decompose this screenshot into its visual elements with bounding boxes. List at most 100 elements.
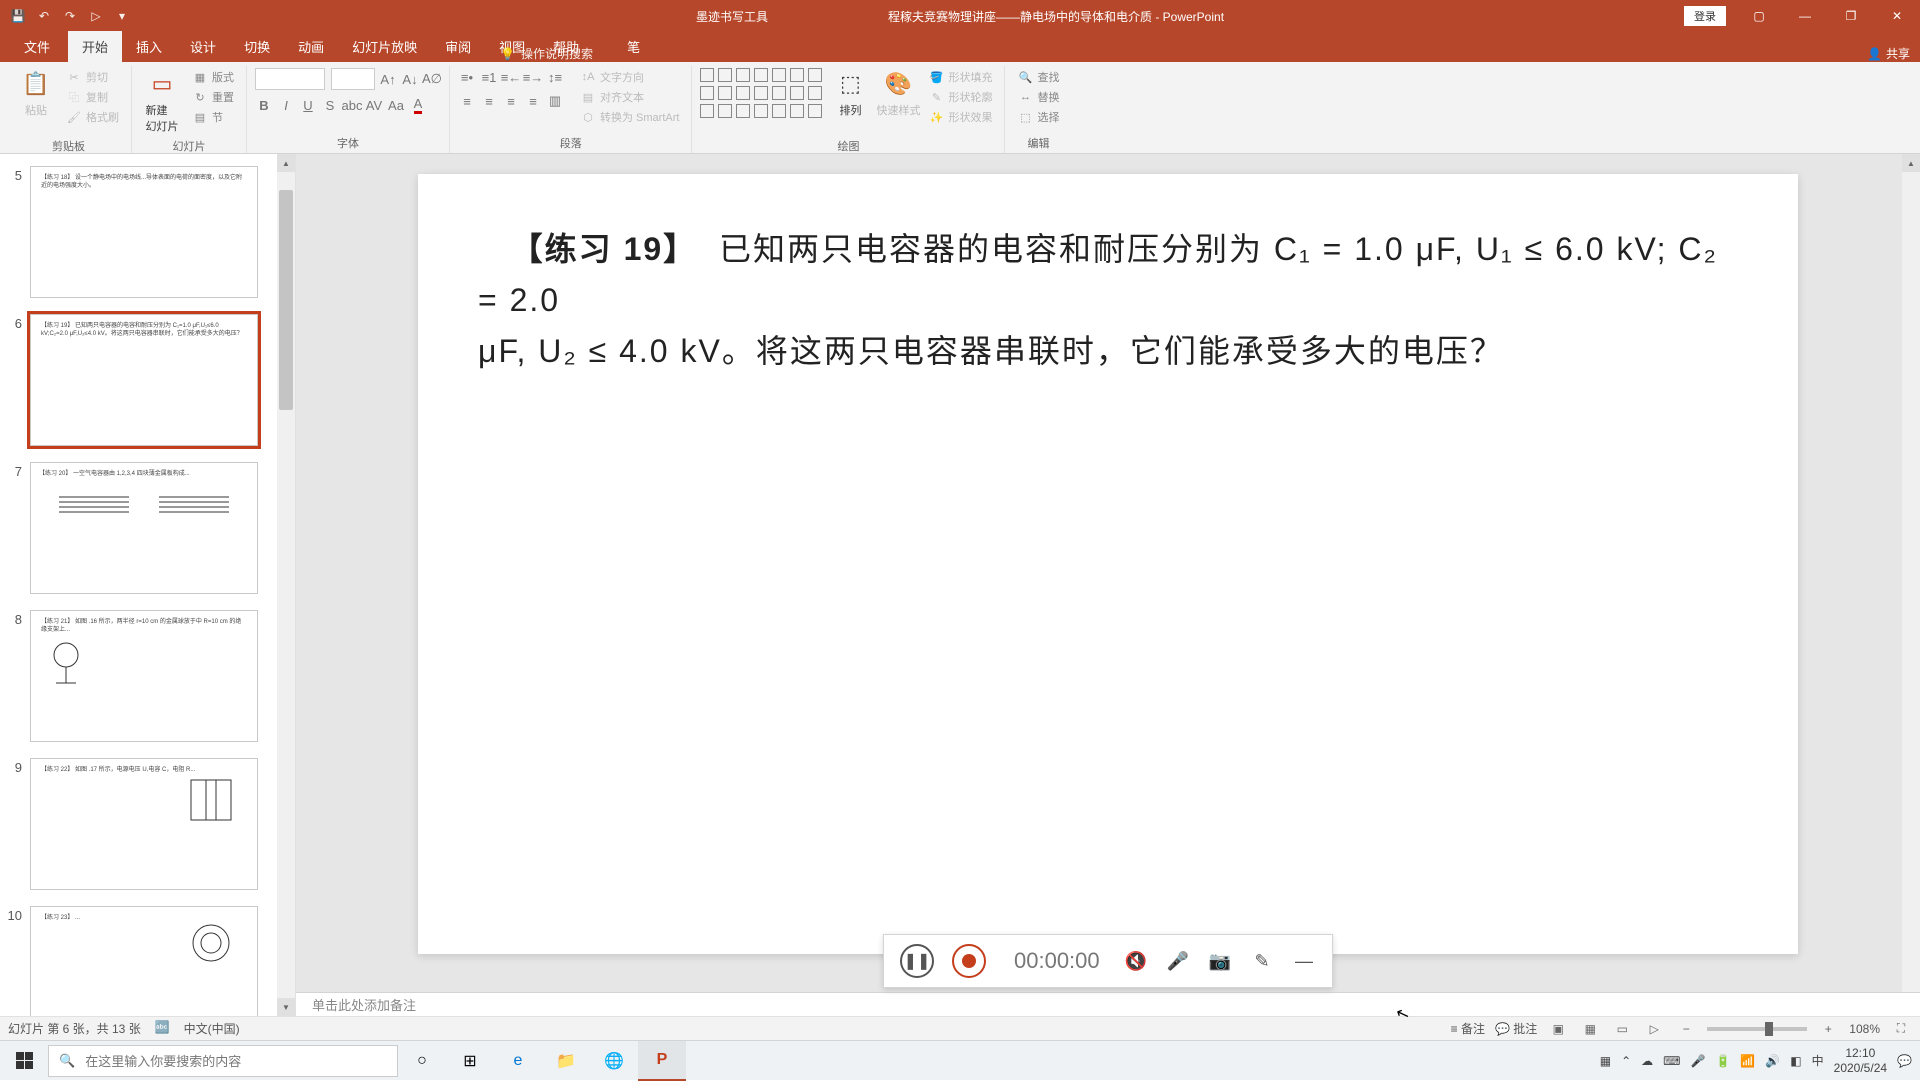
undo-icon[interactable]: ↶ bbox=[36, 8, 52, 24]
zoom-level[interactable]: 108% bbox=[1849, 1022, 1880, 1036]
align-text-button[interactable]: ▤对齐文本 bbox=[576, 88, 683, 106]
align-right-button[interactable]: ≡ bbox=[502, 92, 520, 110]
maximize-button[interactable]: ❐ bbox=[1828, 0, 1874, 32]
battery-icon[interactable]: 🔋 bbox=[1715, 1054, 1730, 1068]
reset-button[interactable]: ↻重置 bbox=[188, 88, 238, 106]
shadow-button[interactable]: S bbox=[321, 96, 339, 114]
increase-indent-button[interactable]: ≡→ bbox=[524, 68, 542, 86]
replace-button[interactable]: ↔替换 bbox=[1013, 88, 1063, 106]
mic-button[interactable]: 🎤 bbox=[1166, 949, 1190, 973]
quick-styles-button[interactable]: 🎨快速样式 bbox=[876, 68, 920, 134]
grow-font-icon[interactable]: A↑ bbox=[379, 70, 397, 88]
new-slide-button[interactable]: ▭ 新建 幻灯片 bbox=[140, 68, 184, 134]
notes-pane[interactable]: 单击此处添加备注 bbox=[296, 992, 1920, 1016]
save-icon[interactable]: 💾 bbox=[10, 8, 26, 24]
thumbnails-scrollbar[interactable]: ▲ ▼ bbox=[277, 154, 295, 1016]
bullets-button[interactable]: ≡• bbox=[458, 68, 476, 86]
tray-expand-icon[interactable]: ⌃ bbox=[1621, 1054, 1631, 1068]
mute-button[interactable]: 🔇 bbox=[1124, 949, 1148, 973]
ime-language[interactable]: 中 bbox=[1812, 1052, 1824, 1069]
start-from-beginning-icon[interactable]: ▷ bbox=[88, 8, 104, 24]
align-left-button[interactable]: ≡ bbox=[458, 92, 476, 110]
edge-button[interactable]: e bbox=[494, 1041, 542, 1081]
shape-effects-button[interactable]: ✨形状效果 bbox=[924, 108, 996, 126]
fit-to-window-button[interactable]: ⛶ bbox=[1890, 1018, 1912, 1040]
tab-insert[interactable]: 插入 bbox=[122, 31, 176, 62]
powerpoint-button[interactable]: P bbox=[638, 1041, 686, 1081]
wifi-icon[interactable]: 📶 bbox=[1740, 1054, 1755, 1068]
tab-home[interactable]: 开始 bbox=[68, 31, 122, 62]
normal-view-button[interactable]: ▣ bbox=[1547, 1018, 1569, 1040]
find-button[interactable]: 🔍查找 bbox=[1013, 68, 1063, 86]
zoom-in-button[interactable]: + bbox=[1817, 1018, 1839, 1040]
clock[interactable]: 12:10 2020/5/24 bbox=[1834, 1046, 1887, 1075]
share-button[interactable]: 👤 共享 bbox=[1867, 45, 1910, 62]
pen-button[interactable]: ✎ bbox=[1250, 949, 1274, 973]
ime-mode-icon[interactable]: ◧ bbox=[1790, 1054, 1801, 1068]
redo-icon[interactable]: ↷ bbox=[62, 8, 78, 24]
pause-button[interactable]: ❚❚ bbox=[900, 944, 934, 978]
font-family-combo[interactable] bbox=[255, 68, 325, 90]
sorter-view-button[interactable]: ▦ bbox=[1579, 1018, 1601, 1040]
taskbar-search[interactable]: 🔍 在这里输入你要搜索的内容 bbox=[48, 1045, 398, 1077]
tab-transitions[interactable]: 切换 bbox=[230, 31, 284, 62]
task-view-button[interactable]: ⊞ bbox=[446, 1041, 494, 1081]
minimize-rec-button[interactable]: — bbox=[1292, 949, 1316, 973]
underline-button[interactable]: U bbox=[299, 96, 317, 114]
record-button[interactable] bbox=[952, 944, 986, 978]
select-button[interactable]: ⬚选择 bbox=[1013, 108, 1063, 126]
font-size-combo[interactable] bbox=[331, 68, 375, 90]
shape-outline-button[interactable]: ✎形状轮廓 bbox=[924, 88, 996, 106]
thumbnail-10[interactable]: 10 【练习 23】 ... bbox=[4, 906, 283, 1016]
bluetooth-icon[interactable]: ⌨ bbox=[1663, 1054, 1680, 1068]
ime-pad-icon[interactable]: ▦ bbox=[1600, 1054, 1611, 1068]
onedrive-icon[interactable]: ☁ bbox=[1641, 1054, 1653, 1068]
qat-dropdown-icon[interactable]: ▾ bbox=[114, 8, 130, 24]
start-button[interactable] bbox=[0, 1041, 48, 1081]
slideshow-view-button[interactable]: ▷ bbox=[1643, 1018, 1665, 1040]
thumbnail-5[interactable]: 5 【练习 18】 设一个静电场中的电场线...导体表面的电荷的面密度，以及它附… bbox=[4, 166, 283, 298]
shapes-gallery[interactable] bbox=[700, 68, 824, 134]
format-painter-button[interactable]: 🖌格式刷 bbox=[62, 108, 123, 126]
layout-button[interactable]: ▦版式 bbox=[188, 68, 238, 86]
section-button[interactable]: ▤节 bbox=[188, 108, 238, 126]
thumbnail-8[interactable]: 8 【练习 21】 如图 .16 所示，两半径 r=10 cm 的金属球放于中 … bbox=[4, 610, 283, 742]
arrange-button[interactable]: ⬚排列 bbox=[828, 68, 872, 134]
numbering-button[interactable]: ≡1 bbox=[480, 68, 498, 86]
camera-button[interactable]: 📷 bbox=[1208, 949, 1232, 973]
thumbnail-6[interactable]: 6 【练习 19】 已知两只电容器的电容和耐压分别为 C₁=1.0 μF,U₁≤… bbox=[4, 314, 283, 446]
strikethrough-button[interactable]: abc bbox=[343, 96, 361, 114]
login-button[interactable]: 登录 bbox=[1684, 6, 1726, 26]
tab-design[interactable]: 设计 bbox=[176, 31, 230, 62]
justify-button[interactable]: ≡ bbox=[524, 92, 542, 110]
close-button[interactable]: ✕ bbox=[1874, 0, 1920, 32]
clear-format-icon[interactable]: A∅ bbox=[423, 70, 441, 88]
cortana-button[interactable]: ○ bbox=[398, 1041, 446, 1081]
zoom-out-button[interactable]: − bbox=[1675, 1018, 1697, 1040]
shape-fill-button[interactable]: 🪣形状填充 bbox=[924, 68, 996, 86]
scroll-down-icon[interactable]: ▼ bbox=[277, 998, 295, 1016]
change-case-button[interactable]: Aa bbox=[387, 96, 405, 114]
tab-slideshow[interactable]: 幻灯片放映 bbox=[338, 31, 431, 62]
thumbnail-7[interactable]: 7 【练习 20】 一空气电容器由 1,2,3,4 四块薄金属板构成... bbox=[4, 462, 283, 594]
align-center-button[interactable]: ≡ bbox=[480, 92, 498, 110]
text-direction-button[interactable]: ↕A文字方向 bbox=[576, 68, 683, 86]
italic-button[interactable]: I bbox=[277, 96, 295, 114]
tell-me-search[interactable]: 💡 操作说明搜索 bbox=[500, 45, 593, 62]
language-indicator[interactable]: 中文(中国) bbox=[184, 1020, 240, 1037]
bold-button[interactable]: B bbox=[255, 96, 273, 114]
copy-button[interactable]: ⿻复制 bbox=[62, 88, 123, 106]
zoom-slider[interactable] bbox=[1707, 1027, 1807, 1031]
chrome-button[interactable]: 🌐 bbox=[590, 1041, 638, 1081]
decrease-indent-button[interactable]: ≡← bbox=[502, 68, 520, 86]
notifications-icon[interactable]: 💬 bbox=[1897, 1054, 1912, 1068]
char-spacing-button[interactable]: AV bbox=[365, 96, 383, 114]
font-color-button[interactable]: A bbox=[409, 96, 427, 114]
columns-button[interactable]: ▥ bbox=[546, 92, 564, 110]
editor-scroll-up-icon[interactable]: ▲ bbox=[1902, 154, 1920, 172]
revisions-toggle[interactable]: 💬 批注 bbox=[1495, 1020, 1537, 1037]
volume-icon[interactable]: 🔊 bbox=[1765, 1054, 1780, 1068]
ribbon-display-icon[interactable]: ▢ bbox=[1736, 0, 1782, 32]
shrink-font-icon[interactable]: A↓ bbox=[401, 70, 419, 88]
minimize-button[interactable]: — bbox=[1782, 0, 1828, 32]
